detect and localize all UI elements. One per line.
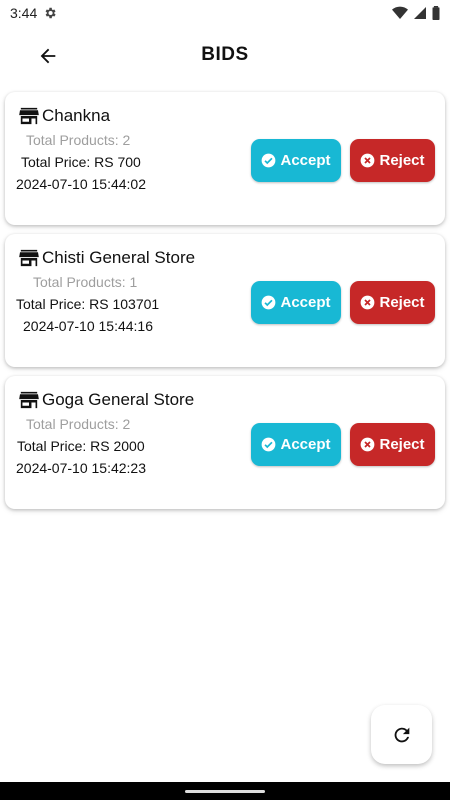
cancel-circle-icon [361, 153, 375, 168]
bid-card: Chisti General Store Total Products: 1 T… [5, 234, 445, 367]
reject-button[interactable]: Reject [350, 423, 435, 466]
check-circle-icon [262, 153, 276, 168]
wifi-icon [392, 6, 408, 19]
reject-button[interactable]: Reject [350, 281, 435, 324]
check-circle-icon [262, 437, 276, 452]
total-price: Total Price: RS 2000 [17, 438, 145, 454]
store-name: Chankna [42, 106, 111, 125]
total-products: Total Products: 2 [26, 132, 131, 148]
home-handle[interactable] [185, 790, 265, 793]
reject-label: Reject [379, 436, 425, 453]
bid-card: Goga General Store Total Products: 2 Tot… [5, 376, 445, 509]
cancel-circle-icon [361, 437, 375, 452]
app-bar: BIDS [0, 34, 450, 78]
total-products: Total Products: 1 [33, 274, 138, 290]
total-products: Total Products: 2 [26, 416, 131, 432]
refresh-button[interactable] [371, 705, 432, 764]
bid-datetime: 2024-07-10 15:44:16 [23, 318, 153, 334]
store-icon [19, 249, 39, 267]
accept-button[interactable]: Accept [251, 139, 341, 182]
store-row: Chisti General Store [19, 248, 195, 268]
refresh-icon [394, 727, 409, 742]
accept-label: Accept [280, 436, 331, 453]
total-price: Total Price: RS 700 [21, 154, 141, 170]
total-price: Total Price: RS 103701 [16, 296, 160, 312]
page-title: BIDS [201, 44, 249, 65]
status-bar: 3:44 [0, 0, 450, 26]
reject-label: Reject [379, 294, 425, 311]
store-name: Goga General Store [42, 390, 195, 409]
cancel-circle-icon [361, 295, 375, 310]
check-circle-icon [262, 295, 276, 310]
system-nav-bar [0, 782, 450, 800]
accept-button[interactable]: Accept [251, 423, 341, 466]
battery-icon [432, 6, 440, 20]
accept-button[interactable]: Accept [251, 281, 341, 324]
reject-label: Reject [379, 152, 425, 169]
store-icon [19, 107, 39, 125]
bid-datetime: 2024-07-10 15:42:23 [16, 460, 146, 476]
accept-label: Accept [280, 152, 331, 169]
store-icon [19, 391, 39, 409]
bid-datetime: 2024-07-10 15:44:02 [16, 176, 146, 192]
signal-icon [414, 7, 426, 19]
accept-label: Accept [280, 294, 331, 311]
bid-list: Chankna Total Products: 2 Total Price: R… [5, 92, 445, 518]
store-row: Chankna [19, 106, 110, 126]
status-time: 3:44 [10, 5, 38, 21]
reject-button[interactable]: Reject [350, 139, 435, 182]
store-row: Goga General Store [19, 390, 194, 410]
settings-gear-icon [45, 7, 56, 19]
bid-card: Chankna Total Products: 2 Total Price: R… [5, 92, 445, 225]
store-name: Chisti General Store [42, 248, 196, 267]
